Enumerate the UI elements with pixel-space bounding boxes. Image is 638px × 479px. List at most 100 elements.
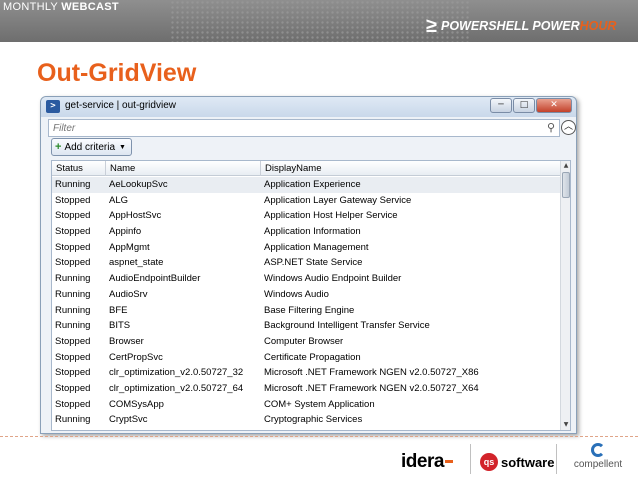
close-button[interactable]: ✕ xyxy=(536,98,572,113)
filter-bar: ⚲ xyxy=(48,119,560,137)
table-row[interactable]: Stopped Appinfo Application Information xyxy=(52,224,561,240)
grid-header: Status Name DisplayName xyxy=(52,161,561,176)
name-cell: BITS xyxy=(109,320,131,332)
status-cell: Stopped xyxy=(55,241,91,253)
table-row[interactable]: Stopped aspnet_state ASP.NET State Service xyxy=(52,255,561,271)
table-row[interactable]: Running AudioSrv Windows Audio xyxy=(52,287,561,303)
logo-separator xyxy=(470,444,471,474)
slide-title: Out-GridView xyxy=(37,59,197,87)
status-cell: Running xyxy=(55,273,91,285)
name-cell: AppMgmt xyxy=(109,241,150,253)
name-cell: AudioEndpointBuilder xyxy=(109,273,201,285)
table-row[interactable]: Running AeLookupSvc Application Experience xyxy=(52,177,561,193)
column-header-status[interactable]: Status xyxy=(52,161,106,176)
displayname-cell: Computer Browser xyxy=(264,335,344,347)
table-row[interactable]: Stopped AppHostSvc Application Host Helper… xyxy=(52,208,561,224)
table-row[interactable]: Stopped clr_optimization_v2.0.50727_32 Mic… xyxy=(52,365,561,381)
name-cell: BFE xyxy=(109,304,128,316)
column-header-name[interactable]: Name xyxy=(106,161,261,176)
table-row[interactable]: Stopped clr_optimization_v2.0.50727_64 Mic… xyxy=(52,381,561,397)
displayname-cell: COM+ System Application xyxy=(264,398,375,410)
quest-software-logo: qs software xyxy=(480,453,554,471)
displayname-cell: Microsoft .NET Framework NGEN v2.0.50727… xyxy=(264,367,479,379)
status-cell: Running xyxy=(55,304,91,316)
brand-main: POWERSHELL POWER xyxy=(440,19,580,33)
name-cell: Browser xyxy=(109,335,144,347)
search-icon[interactable]: ⚲ xyxy=(547,121,555,134)
logo-separator xyxy=(556,444,557,474)
name-cell: COMSysApp xyxy=(109,398,164,410)
name-cell: clr_optimization_v2.0.50727_32 xyxy=(109,367,244,379)
table-row[interactable]: Stopped COMSysApp COM+ System Application xyxy=(52,397,561,413)
column-header-displayname[interactable]: DisplayName xyxy=(261,161,561,176)
grid-rows: Running AeLookupSvc Application Experience… xyxy=(52,177,561,428)
name-cell: AudioSrv xyxy=(109,288,148,300)
displayname-cell: Application Information xyxy=(264,226,361,238)
window-title: get-service | out-gridview xyxy=(65,100,176,111)
displayname-cell: Base Filtering Engine xyxy=(264,304,355,316)
powershell-icon: > xyxy=(46,100,60,113)
displayname-cell: Application Host Helper Service xyxy=(264,210,398,222)
table-row[interactable]: Stopped AppMgmt Application Management xyxy=(52,240,561,256)
window-titlebar[interactable]: > get-service | out-gridview ─ □ ✕ xyxy=(41,97,576,117)
status-cell: Stopped xyxy=(55,226,91,238)
table-row[interactable]: Stopped CertPropSvc Certificate Propagatio… xyxy=(52,350,561,366)
status-cell: Stopped xyxy=(55,257,91,269)
name-cell: Appinfo xyxy=(109,226,142,238)
status-cell: Stopped xyxy=(55,367,91,379)
top-banner: MONTHLY WEBCAST ≥ POWERSHELL POWERHOUR xyxy=(0,0,638,42)
status-cell: Running xyxy=(55,320,91,332)
scroll-down-icon[interactable]: ▼ xyxy=(561,420,570,430)
displayname-cell: Background Intelligent Transfer Service xyxy=(264,320,430,332)
minimize-button[interactable]: ─ xyxy=(490,98,512,113)
collapse-up-icon[interactable]: ︿ xyxy=(561,120,576,135)
status-cell: Stopped xyxy=(55,351,91,363)
gridview-window: > get-service | out-gridview ─ □ ✕ ⚲ ︿ +… xyxy=(40,96,577,434)
displayname-cell: Windows Audio Endpoint Builder xyxy=(264,273,402,285)
table-row[interactable]: Running BITS Background Intelligent Transf… xyxy=(52,318,561,334)
scroll-thumb[interactable] xyxy=(562,172,570,198)
compellent-text: compellent xyxy=(573,459,623,470)
webcast-prefix: MONTHLY xyxy=(3,1,62,13)
brand-text: POWERSHELL POWERHOUR xyxy=(441,19,616,33)
status-cell: Running xyxy=(55,414,91,426)
name-cell: AppHostSvc xyxy=(109,210,162,222)
name-cell: CryptSvc xyxy=(109,414,148,426)
name-cell: CertPropSvc xyxy=(109,351,163,363)
displayname-cell: Application Management xyxy=(264,241,369,253)
compellent-mark-icon xyxy=(591,443,605,457)
scroll-up-icon[interactable]: ▲ xyxy=(561,161,570,171)
maximize-button[interactable]: □ xyxy=(513,98,535,113)
table-row[interactable]: Stopped ALG Application Layer Gateway Serv… xyxy=(52,193,561,209)
name-cell: AeLookupSvc xyxy=(109,179,168,190)
results-grid: Status Name DisplayName Running AeLookupS… xyxy=(51,160,571,431)
displayname-cell: Cryptographic Services xyxy=(264,414,363,426)
powershell-powerhour-logo: ≥ POWERSHELL POWERHOUR xyxy=(426,15,616,37)
displayname-cell: Microsoft .NET Framework NGEN v2.0.50727… xyxy=(264,382,479,394)
add-criteria-button[interactable]: + Add criteria ▼ xyxy=(51,138,132,156)
displayname-cell: Application Experience xyxy=(264,179,361,190)
vertical-scrollbar[interactable]: ▲ ▼ xyxy=(560,161,570,430)
status-cell: Stopped xyxy=(55,194,91,206)
displayname-cell: Application Layer Gateway Service xyxy=(264,194,412,206)
filter-input[interactable] xyxy=(53,122,493,135)
window-controls: ─ □ ✕ xyxy=(489,98,572,113)
table-row[interactable]: Running BFE Base Filtering Engine xyxy=(52,303,561,319)
name-cell: aspnet_state xyxy=(109,257,164,269)
prompt-chevron-icon: ≥ xyxy=(426,15,437,37)
table-row[interactable]: Running CryptSvc Cryptographic Services xyxy=(52,412,561,428)
status-cell: Running xyxy=(55,179,91,190)
displayname-cell: ASP.NET State Service xyxy=(264,257,363,269)
webcast-label: MONTHLY WEBCAST xyxy=(3,1,119,13)
name-cell: ALG xyxy=(109,194,129,206)
banner-pattern xyxy=(170,0,470,42)
displayname-cell: Windows Audio xyxy=(264,288,329,300)
displayname-cell: Certificate Propagation xyxy=(264,351,361,363)
table-row[interactable]: Running AudioEndpointBuilder Windows Audio… xyxy=(52,271,561,287)
table-row[interactable]: Stopped Browser Computer Browser xyxy=(52,334,561,350)
quest-mark-icon: qs xyxy=(480,453,498,471)
status-cell: Stopped xyxy=(55,382,91,394)
idera-text: idera xyxy=(401,451,444,472)
brand-accent: HOUR xyxy=(579,19,617,33)
status-cell: Running xyxy=(55,288,91,300)
